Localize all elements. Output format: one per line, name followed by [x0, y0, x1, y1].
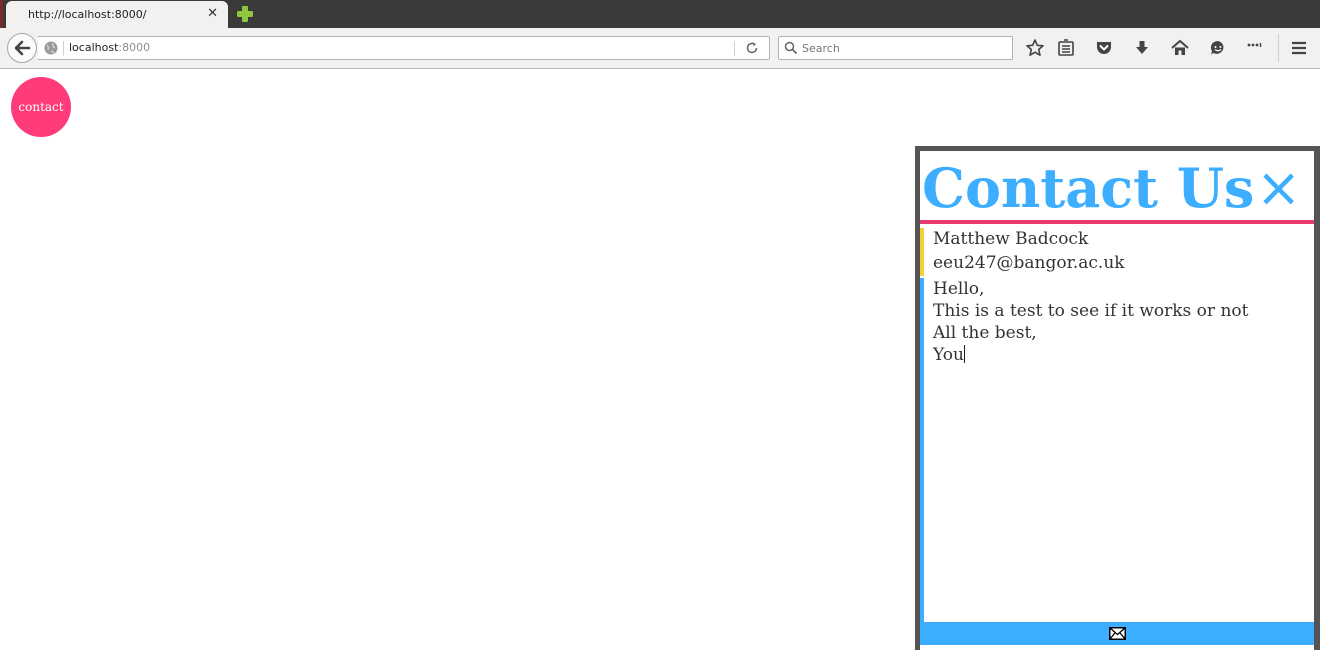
email-field[interactable]: eeu247@bangor.ac.uk: [920, 252, 1314, 276]
url-bar[interactable]: localhost:8000: [38, 36, 770, 60]
navigation-toolbar: localhost:8000 Search: [0, 28, 1320, 69]
url-separator: [63, 41, 64, 56]
contact-panel-title: Contact Us: [922, 156, 1255, 220]
menu-hamburger-icon[interactable]: [1289, 38, 1309, 58]
toolbar-separator: [1278, 34, 1279, 62]
bookmark-star-icon[interactable]: [1025, 38, 1045, 58]
back-button[interactable]: [7, 33, 37, 63]
back-arrow-icon: [14, 40, 31, 56]
search-icon: [784, 41, 798, 55]
hello-chat-icon[interactable]: [1208, 38, 1228, 58]
contact-button[interactable]: contact: [11, 77, 71, 137]
url-text[interactable]: localhost:8000: [69, 41, 150, 54]
home-icon[interactable]: [1170, 38, 1190, 58]
search-bar[interactable]: Search: [778, 36, 1013, 60]
close-icon[interactable]: ×: [1256, 157, 1301, 219]
pocket-icon[interactable]: [1094, 38, 1114, 58]
contact-panel: Contact Us × Matthew Badcock eeu247@bang…: [915, 146, 1320, 650]
title-divider: [920, 220, 1314, 224]
contact-panel-body: Contact Us × Matthew Badcock eeu247@bang…: [920, 151, 1314, 650]
overflow-icon[interactable]: [1245, 38, 1265, 58]
message-text: Hello, This is a test to see if it works…: [933, 279, 1249, 365]
tab-close-icon[interactable]: ✕: [207, 6, 218, 22]
reading-list-icon[interactable]: [1056, 38, 1076, 58]
new-tab-icon[interactable]: [236, 5, 254, 23]
message-field[interactable]: Hello, This is a test to see if it works…: [920, 278, 1314, 622]
envelope-icon: [1108, 627, 1126, 640]
search-placeholder: Search: [802, 42, 840, 55]
window-edge: [0, 0, 3, 28]
tab-title: http://localhost:8000/: [28, 8, 147, 21]
tab-strip: http://localhost:8000/ ✕: [0, 0, 1320, 28]
name-field[interactable]: Matthew Badcock: [920, 228, 1314, 252]
send-button[interactable]: [920, 622, 1314, 645]
url-port: :8000: [118, 41, 151, 54]
browser-tab[interactable]: http://localhost:8000/ ✕: [6, 1, 228, 28]
globe-icon: [44, 41, 58, 55]
reload-separator: [734, 41, 735, 56]
text-caret: [963, 345, 965, 363]
url-host: localhost: [69, 41, 119, 54]
download-icon[interactable]: [1132, 38, 1152, 58]
reload-icon[interactable]: [745, 41, 759, 55]
